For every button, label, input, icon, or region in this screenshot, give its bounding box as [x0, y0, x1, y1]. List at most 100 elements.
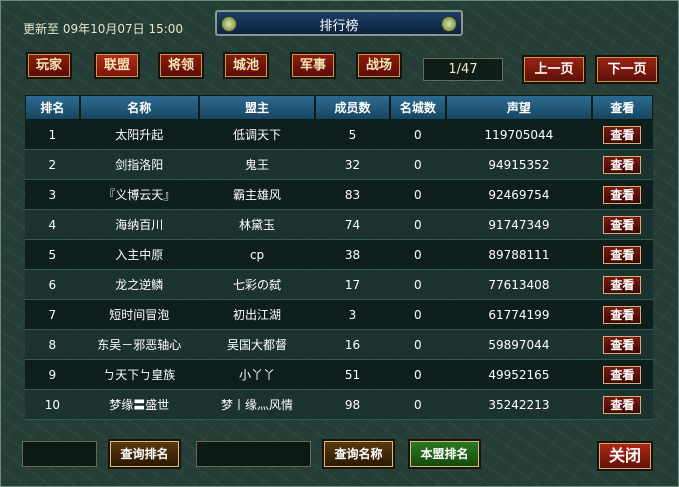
view-cell: 查看	[591, 150, 653, 180]
view-cell: 查看	[591, 330, 653, 360]
table-row: 10 梦缘〓盛世 梦丨缘灬风情 98 0 35242213 查看	[25, 390, 653, 420]
leader-cell: 梦丨缘灬风情	[198, 390, 316, 420]
col-view: 查看	[591, 95, 653, 120]
view-cell: 查看	[591, 240, 653, 270]
prestige-cell: 61774199	[446, 300, 592, 330]
next-page-button[interactable]: 下一页	[595, 55, 659, 84]
prestige-cell: 49952165	[446, 360, 592, 390]
alliance-name-cell: 海纳百川	[79, 210, 199, 240]
close-button[interactable]: 关闭	[597, 441, 653, 471]
alliance-name-cell: 『义博云天』	[79, 180, 199, 210]
prestige-cell: 119705044	[446, 120, 592, 150]
alliance-name-cell: 入主中原	[79, 240, 199, 270]
view-cell: 查看	[591, 360, 653, 390]
view-cell: 查看	[591, 300, 653, 330]
cities-cell: 0	[389, 240, 447, 270]
rank-cell: 2	[25, 150, 80, 180]
col-leader: 盟主	[198, 95, 316, 120]
table-row: 9 ㄅ天下ㄅ皇族 小丫丫 51 0 49952165 查看	[25, 360, 653, 390]
members-cell: 51	[315, 360, 390, 390]
tab-player[interactable]: 玩家	[26, 52, 72, 79]
tab-general[interactable]: 将领	[158, 52, 204, 79]
view-button[interactable]: 查看	[603, 125, 642, 144]
members-cell: 16	[315, 330, 390, 360]
leader-cell: 鬼王	[198, 150, 316, 180]
leader-cell: 吴国大都督	[198, 330, 316, 360]
view-button[interactable]: 查看	[603, 245, 642, 264]
members-cell: 74	[315, 210, 390, 240]
view-button[interactable]: 查看	[603, 305, 642, 324]
table-row: 1 太阳升起 低调天下 5 0 119705044 查看	[25, 120, 653, 150]
members-cell: 3	[315, 300, 390, 330]
col-prestige: 声望	[446, 95, 592, 120]
leader-cell: 七彩の弑	[198, 270, 316, 300]
rank-cell: 3	[25, 180, 80, 210]
rank-search-input[interactable]	[22, 441, 97, 467]
view-cell: 查看	[591, 270, 653, 300]
tab-city[interactable]: 城池	[223, 52, 269, 79]
prestige-cell: 89788111	[446, 240, 592, 270]
rank-cell: 4	[25, 210, 80, 240]
leader-cell: 低调天下	[198, 120, 316, 150]
alliance-name-cell: 东吴－邪恶轴心	[79, 330, 199, 360]
view-button[interactable]: 查看	[603, 185, 642, 204]
title-bar: 排行榜	[215, 10, 463, 36]
ranking-window: 更新至 09年10月07日 15:00 排行榜 玩家 联盟 将领 城池 军事 战…	[0, 0, 679, 487]
view-cell: 查看	[591, 120, 653, 150]
prestige-cell: 94915352	[446, 150, 592, 180]
ornament-icon	[441, 16, 457, 32]
tab-battlefield[interactable]: 战场	[356, 52, 402, 79]
query-name-button[interactable]: 查询名称	[322, 439, 395, 469]
table-row: 5 入主中原 cp 38 0 89788111 查看	[25, 240, 653, 270]
view-button[interactable]: 查看	[603, 275, 642, 294]
col-members: 成员数	[315, 95, 390, 120]
table-row: 2 剑指洛阳 鬼王 32 0 94915352 查看	[25, 150, 653, 180]
alliance-name-cell: 龙之逆鳞	[79, 270, 199, 300]
view-button[interactable]: 查看	[603, 335, 642, 354]
view-button[interactable]: 查看	[603, 155, 642, 174]
my-alliance-rank-button[interactable]: 本盟排名	[408, 439, 481, 469]
members-cell: 5	[315, 120, 390, 150]
view-cell: 查看	[591, 390, 653, 420]
col-rank: 排名	[25, 95, 80, 120]
alliance-name-cell: 剑指洛阳	[79, 150, 199, 180]
view-button[interactable]: 查看	[603, 215, 642, 234]
rank-cell: 7	[25, 300, 80, 330]
members-cell: 38	[315, 240, 390, 270]
cities-cell: 0	[389, 390, 447, 420]
update-time: 更新至 09年10月07日 15:00	[23, 22, 184, 36]
leader-cell: 初出江湖	[198, 300, 316, 330]
leader-cell: 林黛玉	[198, 210, 316, 240]
alliance-name-cell: 短时间冒泡	[79, 300, 199, 330]
view-button[interactable]: 查看	[603, 395, 642, 414]
alliance-name-cell: 太阳升起	[79, 120, 199, 150]
table-row: 3 『义博云天』 霸主雄风 83 0 92469754 查看	[25, 180, 653, 210]
members-cell: 32	[315, 150, 390, 180]
members-cell: 83	[315, 180, 390, 210]
page-indicator: 1/47	[423, 58, 503, 81]
cities-cell: 0	[389, 270, 447, 300]
query-rank-button[interactable]: 查询排名	[108, 439, 181, 469]
col-cities: 名城数	[389, 95, 447, 120]
cities-cell: 0	[389, 120, 447, 150]
prestige-cell: 35242213	[446, 390, 592, 420]
prev-page-button[interactable]: 上一页	[522, 55, 586, 84]
alliance-name-cell: 梦缘〓盛世	[79, 390, 199, 420]
name-search-input[interactable]	[196, 441, 311, 467]
tab-military[interactable]: 军事	[290, 52, 336, 79]
rank-cell: 9	[25, 360, 80, 390]
rank-cell: 1	[25, 120, 80, 150]
view-cell: 查看	[591, 180, 653, 210]
rank-cell: 5	[25, 240, 80, 270]
view-button[interactable]: 查看	[603, 365, 642, 384]
members-cell: 98	[315, 390, 390, 420]
cities-cell: 0	[389, 150, 447, 180]
rank-cell: 8	[25, 330, 80, 360]
tab-alliance[interactable]: 联盟	[94, 52, 140, 79]
table-header: 排名 名称 盟主 成员数 名城数 声望 查看	[25, 95, 653, 120]
rank-cell: 10	[25, 390, 80, 420]
prestige-cell: 91747349	[446, 210, 592, 240]
prestige-cell: 92469754	[446, 180, 592, 210]
col-name: 名称	[79, 95, 199, 120]
table-row: 8 东吴－邪恶轴心 吴国大都督 16 0 59897044 查看	[25, 330, 653, 360]
